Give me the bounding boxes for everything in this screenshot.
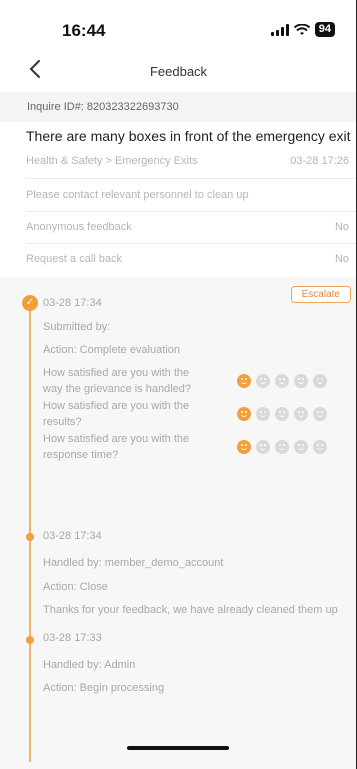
inquire-id: Inquire ID#: 820323322693730 <box>0 92 357 122</box>
timeline-action: Action: Close <box>43 581 108 593</box>
timeline-action: Action: Begin processing <box>43 682 165 694</box>
anonymous-label: Anonymous feedback <box>26 221 132 233</box>
smiley-icon[interactable] <box>275 440 289 454</box>
feedback-title: There are many boxes in front of the eme… <box>26 128 351 144</box>
rating-faces <box>237 374 327 388</box>
home-indicator[interactable] <box>127 746 229 750</box>
feedback-description: Please contact relevant personnel to cle… <box>26 189 249 201</box>
rating-question: How satisfied are you with the response … <box>43 433 190 461</box>
timeline-time: 03-28 17:33 <box>43 632 102 644</box>
smiley-icon[interactable] <box>256 374 270 388</box>
description-row: Please contact relevant personnel to cle… <box>26 182 349 208</box>
rating-faces <box>237 407 327 421</box>
anonymous-row: Anonymous feedback No <box>26 214 349 240</box>
timeline-by: Handled by: member_demo_account <box>43 557 224 569</box>
rating-question: How satisfied are you with the way the g… <box>43 367 191 395</box>
status-time: 16:44 <box>62 21 106 40</box>
rating-faces <box>237 440 327 454</box>
category-label: Health & Safety > Emergency Exits <box>26 155 198 167</box>
check-icon: ✓ <box>22 295 38 311</box>
page-title: Feedback <box>149 64 208 79</box>
battery-icon: 94 <box>314 22 335 37</box>
signal-icon <box>270 23 289 36</box>
smiley-icon[interactable] <box>237 440 251 454</box>
smiley-icon[interactable] <box>237 374 251 388</box>
category-row: Health & Safety > Emergency Exits 03-28 … <box>26 148 349 174</box>
callback-label: Request a call back <box>26 253 122 265</box>
timeline-by: Submitted by: <box>43 321 111 333</box>
smiley-icon[interactable] <box>294 407 308 421</box>
escalate-button[interactable]: Escalate <box>290 286 351 303</box>
smiley-icon[interactable] <box>294 374 308 388</box>
wifi-icon <box>293 23 310 35</box>
timeline-action: Action: Complete evaluation <box>43 344 180 356</box>
callback-row: Request a call back No <box>26 246 349 272</box>
nav-bar: Feedback <box>0 50 357 92</box>
timeline-dot <box>26 533 34 541</box>
smiley-icon[interactable] <box>313 440 327 454</box>
timeline-note: Thanks for your feedback, we have alread… <box>43 604 338 616</box>
timeline-time: 03-28 17:34 <box>43 297 102 309</box>
timeline-line <box>29 302 31 762</box>
rating-question: How satisfied are you with the results? <box>43 400 190 428</box>
timeline-by: Handled by: Admin <box>43 659 136 671</box>
smiley-icon[interactable] <box>313 407 327 421</box>
feedback-date: 03-28 17:26 <box>290 155 349 167</box>
smiley-icon[interactable] <box>256 407 270 421</box>
timeline-dot <box>26 636 34 644</box>
anonymous-value: No <box>334 221 349 233</box>
smiley-icon[interactable] <box>294 440 308 454</box>
status-bar: 16:44 94 <box>0 0 357 50</box>
timeline-section: Escalate ✓ 03-28 17:34 Submitted by: Act… <box>0 277 357 769</box>
smiley-icon[interactable] <box>313 374 327 388</box>
smiley-icon[interactable] <box>275 407 289 421</box>
smiley-icon[interactable] <box>256 440 270 454</box>
smiley-icon[interactable] <box>275 374 289 388</box>
callback-value: No <box>334 253 349 265</box>
smiley-icon[interactable] <box>237 407 251 421</box>
timeline-time: 03-28 17:34 <box>43 530 102 542</box>
